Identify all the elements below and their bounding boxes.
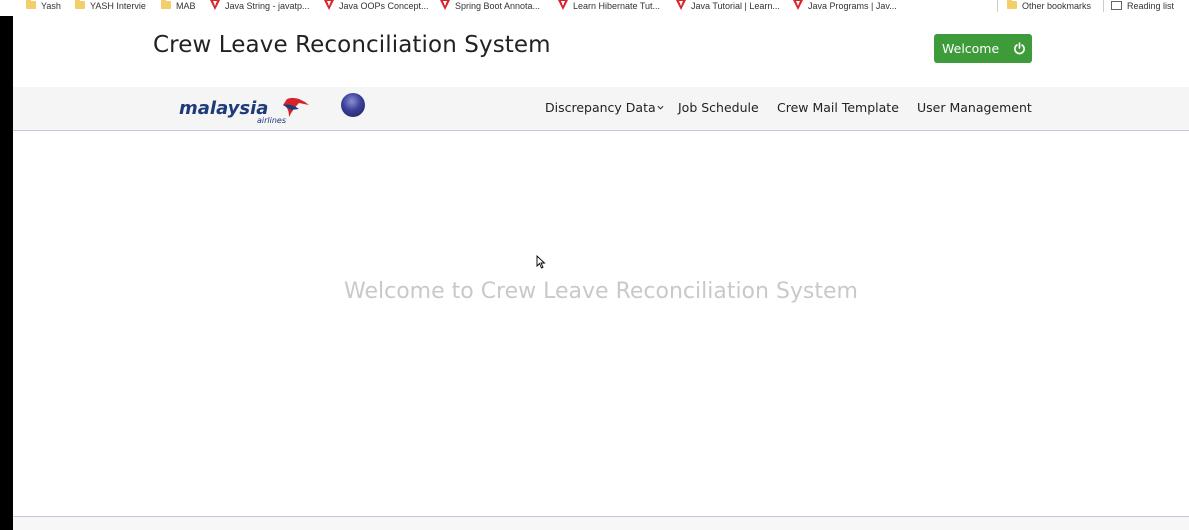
welcome-logout-button[interactable]: Welcome xyxy=(934,34,1032,63)
javatpoint-icon xyxy=(676,0,686,10)
bookmark-label: Yash xyxy=(41,1,61,11)
svg-text:airlines: airlines xyxy=(257,116,286,125)
chevron-down-icon xyxy=(657,105,664,110)
javatpoint-icon xyxy=(324,0,334,10)
nav-discrepancy-data[interactable]: Discrepancy Data xyxy=(545,100,664,115)
javatpoint-icon xyxy=(210,0,220,10)
reading-list[interactable]: Reading list xyxy=(1111,0,1174,12)
folder-icon xyxy=(161,0,171,9)
other-bookmarks-label: Other bookmarks xyxy=(1022,1,1092,11)
svg-text:malaysia: malaysia xyxy=(179,98,268,119)
other-bookmarks[interactable]: Other bookmarks xyxy=(1007,0,1091,12)
browser-viewport: Yash YASH Intervie MAB Java String - jav… xyxy=(0,0,1189,530)
nav-crew-mail-template-label: Crew Mail Template xyxy=(777,100,899,115)
bookmark-label: Spring Boot Annota... xyxy=(455,1,541,11)
bookmark-java-programs[interactable]: Java Programs | Jav... xyxy=(793,0,897,12)
bookmark-mab[interactable]: MAB xyxy=(161,0,196,12)
reading-list-icon xyxy=(1111,0,1122,10)
bookmark-label: Java OOPs Concept... xyxy=(339,1,429,11)
bookmark-java-tutorial[interactable]: Java Tutorial | Learn... xyxy=(676,0,780,12)
mouse-cursor-icon xyxy=(536,255,546,269)
nav-user-management-label: User Management xyxy=(917,100,1032,115)
web-page: Crew Leave Reconciliation System Welcome… xyxy=(13,16,1189,530)
folder-icon xyxy=(1007,0,1017,9)
bookmark-label: MAB xyxy=(176,1,196,11)
bookmark-java-oops[interactable]: Java OOPs Concept... xyxy=(324,0,429,12)
bookmarks-bar: Yash YASH Intervie MAB Java String - jav… xyxy=(0,0,1189,16)
nav-discrepancy-data-label: Discrepancy Data xyxy=(545,100,656,115)
bookmark-label: Java String - javatp... xyxy=(225,1,310,11)
nav-job-schedule[interactable]: Job Schedule xyxy=(678,100,759,115)
folder-icon xyxy=(26,0,36,9)
javatpoint-icon xyxy=(440,0,450,10)
bookmark-java-string[interactable]: Java String - javatp... xyxy=(210,0,310,12)
welcome-message: Welcome to Crew Leave Reconciliation Sys… xyxy=(343,279,858,304)
page-title: Crew Leave Reconciliation System xyxy=(153,32,551,58)
bookmark-yash-interview[interactable]: YASH Intervie xyxy=(75,0,146,12)
nav-job-schedule-label: Job Schedule xyxy=(678,100,759,115)
folder-icon xyxy=(75,0,85,9)
page-footer-bar xyxy=(13,516,1189,530)
reading-list-label: Reading list xyxy=(1127,1,1175,11)
bookmark-hibernate[interactable]: Learn Hibernate Tut... xyxy=(558,0,660,12)
bookmark-label: Java Tutorial | Learn... xyxy=(691,1,780,11)
oneworld-logo xyxy=(341,93,365,117)
power-icon xyxy=(1014,42,1025,55)
welcome-label: Welcome xyxy=(942,41,1000,56)
bookmark-label: Java Programs | Jav... xyxy=(808,1,897,11)
bookmark-label: Learn Hibernate Tut... xyxy=(573,1,661,11)
bookmarks-separator xyxy=(997,0,998,12)
bookmark-spring-boot[interactable]: Spring Boot Annota... xyxy=(440,0,540,12)
malaysia-airlines-logo: malaysia airlines xyxy=(179,97,309,125)
nav-crew-mail-template[interactable]: Crew Mail Template xyxy=(777,100,899,115)
bookmark-label: YASH Intervie xyxy=(90,1,146,11)
bookmarks-separator xyxy=(1103,0,1104,12)
main-navbar: malaysia airlines Discrepancy Data Job S… xyxy=(13,87,1189,131)
javatpoint-icon xyxy=(558,0,568,10)
javatpoint-icon xyxy=(793,0,803,10)
bookmark-yash[interactable]: Yash xyxy=(26,0,61,12)
nav-user-management[interactable]: User Management xyxy=(917,100,1032,115)
